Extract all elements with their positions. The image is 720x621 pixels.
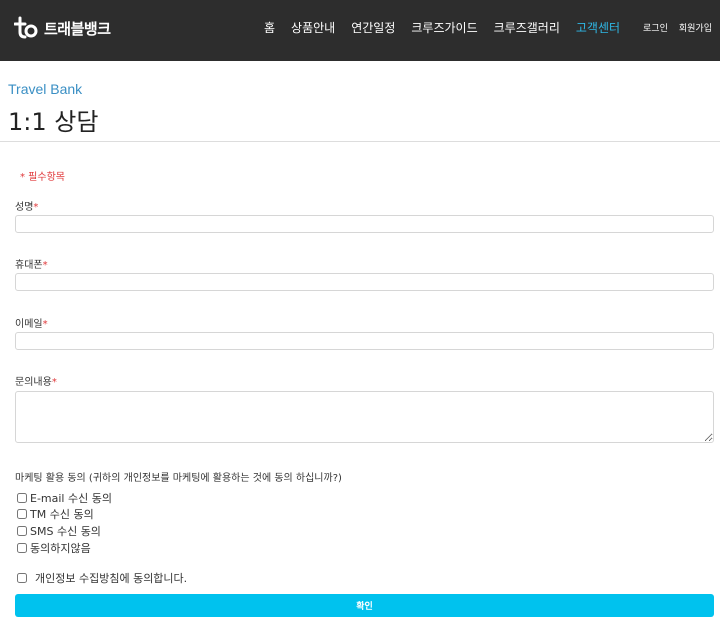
site-logo[interactable]: 트래블뱅크 [13,13,111,43]
page-title: 1:1 상담 [8,108,99,136]
consent-email-option[interactable]: E-mail 수신 동의 [17,490,112,506]
nav-products[interactable]: 상품안내 [291,19,335,36]
phone-label: 휴대폰* [15,256,48,271]
marketing-consent-label: 마케팅 활용 동의 (귀하의 개인정보를 마케팅에 활용하는 것에 동의 하십니… [15,473,342,484]
inquiry-textarea[interactable] [15,391,714,443]
logo-text: 트래블뱅크 [44,19,111,38]
account-links: 로그인 회원가입 [632,21,712,34]
nav-cruise-gallery[interactable]: 크루즈갤러리 [494,19,560,36]
consent-tm-checkbox[interactable] [17,509,27,519]
consent-none-label: 동의하지않음 [30,542,91,555]
consent-email-checkbox[interactable] [17,493,27,503]
top-navigation-bar: 트래블뱅크 홈 상품안내 연간일정 크루즈가이드 크루즈갤러리 고객센터 로그인… [0,0,720,61]
email-input[interactable] [15,332,714,350]
required-star: * [33,202,39,213]
consent-none-checkbox[interactable] [17,543,27,553]
name-label: 성명* [15,198,38,213]
privacy-consent-option[interactable]: 개인정보 수집방침에 동의합니다. [17,570,187,586]
brand-subtitle: Travel Bank [8,81,83,97]
required-fields-note: * 필수항목 [20,172,65,183]
inquiry-label-text: 문의내용 [15,377,52,388]
privacy-consent-label: 개인정보 수집방침에 동의합니다. [35,572,188,585]
consent-tm-label: TM 수신 동의 [30,508,94,521]
travelbank-logo-icon [13,15,40,41]
email-label-text: 이메일 [15,319,43,330]
required-star: * [42,260,48,271]
name-input[interactable] [15,215,714,233]
consent-tm-option[interactable]: TM 수신 동의 [17,506,94,522]
privacy-consent-checkbox[interactable] [17,573,27,583]
nav-customer-center[interactable]: 고객센터 [576,19,620,36]
signup-link[interactable]: 회원가입 [679,21,712,34]
consent-none-option[interactable]: 동의하지않음 [17,540,91,556]
phone-label-text: 휴대폰 [15,260,43,271]
email-label: 이메일* [15,315,48,330]
main-nav: 홈 상품안내 연간일정 크루즈가이드 크루즈갤러리 고객센터 [264,19,636,36]
nav-annual-schedule[interactable]: 연간일정 [351,19,395,36]
submit-button[interactable]: 확인 [15,594,714,617]
consent-sms-option[interactable]: SMS 수신 동의 [17,523,101,539]
phone-input[interactable] [15,273,714,291]
consent-sms-label: SMS 수신 동의 [30,525,101,538]
title-divider [0,141,720,142]
name-label-text: 성명 [15,202,34,213]
nav-home[interactable]: 홈 [264,19,275,36]
required-star: * [42,319,48,330]
consent-sms-checkbox[interactable] [17,526,27,536]
consent-email-label: E-mail 수신 동의 [30,492,112,505]
login-link[interactable]: 로그인 [643,21,668,34]
required-star: * [51,377,57,388]
nav-cruise-guide[interactable]: 크루즈가이드 [411,19,477,36]
inquiry-label: 문의내용* [15,373,57,388]
